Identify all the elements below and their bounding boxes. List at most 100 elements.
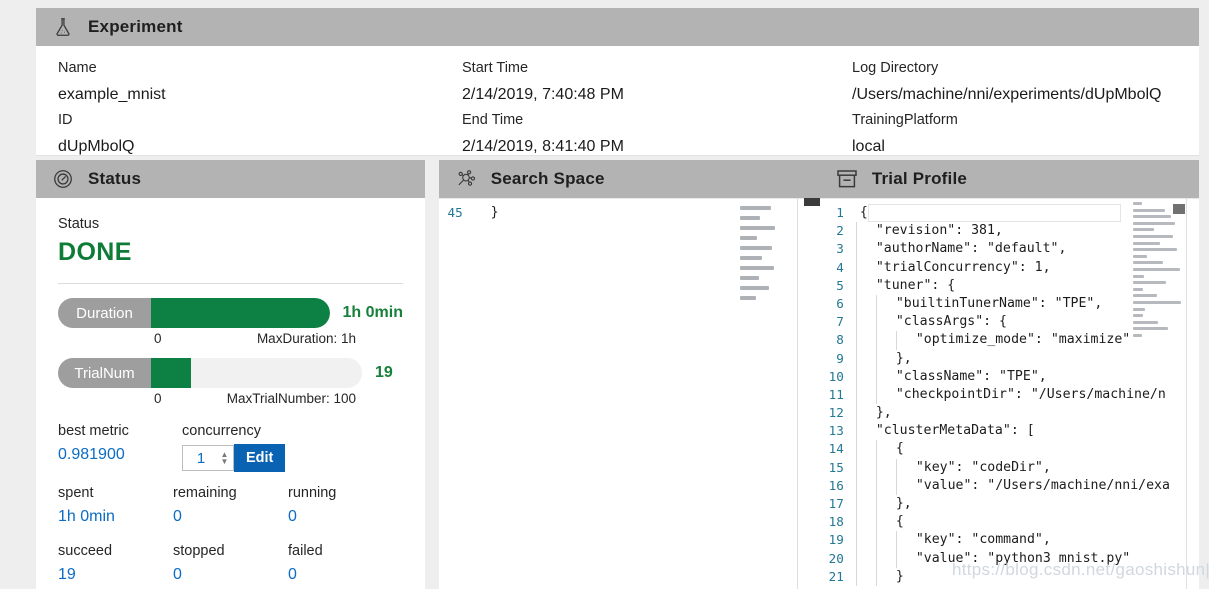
- experiment-col-identity: Name example_mnist ID dUpMbolQ: [36, 56, 440, 155]
- minimap-row: [1133, 287, 1144, 291]
- trial-profile-panel: Trial Profile 1 {2 "revision": 381, 3 "autho…: [819, 160, 1199, 589]
- code-line: 21}: [820, 567, 1199, 586]
- minimap-row: [739, 246, 772, 250]
- code-line-number: 45: [447, 205, 463, 220]
- code-line-number: 4: [836, 259, 844, 275]
- code-line-text: }: [855, 567, 904, 586]
- code-line-number: 12: [828, 405, 844, 421]
- editor-scrollbar-thumb[interactable]: [803, 198, 820, 206]
- indent-guide: [875, 440, 896, 459]
- code-line: 13 "clusterMetaData": [: [820, 422, 1199, 441]
- code-line-number: 2: [836, 223, 844, 239]
- experiment-col-time: Start Time 2/14/2019, 7:40:48 PM End Tim…: [440, 56, 830, 155]
- trialnum-max-label: MaxTrialNumber: 100: [226, 391, 356, 406]
- minimap-row: [739, 226, 776, 230]
- code-line-number: 10: [828, 368, 844, 384]
- concurrency-input[interactable]: 1: [183, 450, 219, 467]
- indent-guide: [855, 404, 876, 423]
- field-label-end-time: End Time: [462, 112, 524, 128]
- status-panel-header: Status: [36, 160, 425, 198]
- stepper-arrows-icon[interactable]: ▲ ▼: [219, 446, 233, 470]
- minimap-row: [739, 236, 758, 240]
- indent-guide: [875, 349, 896, 368]
- succeed-label: succeed: [58, 543, 113, 559]
- code-line-text: "value": "python3 mnist.py": [855, 549, 1130, 568]
- concurrency-stepper[interactable]: 1 ▲ ▼: [182, 445, 234, 471]
- minimap-row: [739, 276, 760, 280]
- stopped-cell: stopped 0: [173, 540, 288, 588]
- minimap-row: [1133, 274, 1145, 278]
- editor-scrollbar-rule: [1186, 198, 1187, 589]
- indent-guide: [855, 367, 876, 386]
- duration-bar-label: Duration: [58, 298, 151, 328]
- edit-concurrency-button[interactable]: Edit: [234, 444, 286, 472]
- search-space-minimap[interactable]: [739, 206, 784, 306]
- code-line-number: 17: [828, 496, 844, 511]
- code-line-number: 8: [836, 332, 844, 348]
- search-space-editor[interactable]: 45 }: [438, 198, 820, 589]
- code-line-text: "value": "/Users/machine/nni/exa: [855, 476, 1170, 495]
- duration-progress-fill: [151, 298, 330, 328]
- trial-profile-minimap[interactable]: [1133, 202, 1185, 342]
- indent-guide: [855, 440, 876, 459]
- status-panel-title: Status: [88, 169, 142, 188]
- indent-guide: [875, 567, 896, 586]
- indent-guide: [875, 385, 896, 405]
- field-value-id: dUpMbolQ: [58, 138, 135, 155]
- indent-guide: [855, 513, 876, 532]
- status-metrics: best metric 0.981900 concurrency 1 ▲ ▼ E…: [58, 420, 403, 588]
- code-line: 16 "value": "/Users/machine/nni/exa: [820, 476, 1199, 495]
- code-line-text: {: [855, 513, 904, 532]
- code-line: 15 "key": "codeDir",: [820, 458, 1199, 477]
- minimap-row: [1133, 281, 1167, 285]
- code-line-text: "classArgs": {: [855, 313, 1007, 332]
- field-value-name: example_mnist: [58, 86, 166, 103]
- best-metric-label: best metric: [58, 423, 129, 439]
- minimap-row: [1133, 333, 1143, 337]
- code-line-number: 6: [836, 295, 844, 311]
- code-line: 18 {: [820, 513, 1199, 532]
- duration-progress-track: Duration: [58, 298, 330, 328]
- field-label-log-directory: Log Directory: [852, 60, 939, 76]
- code-line-text: "key": "codeDir",: [855, 458, 1051, 477]
- indent-guide: [855, 495, 876, 514]
- code-line-text: "className": "TPE",: [855, 367, 1047, 386]
- indent-guide: [875, 367, 896, 386]
- code-line-number: 16: [828, 477, 844, 493]
- archive-icon: [834, 166, 860, 192]
- metrics-row-2: spent 1h 0min remaining 0 running 0: [58, 482, 403, 530]
- indent-guide: [855, 549, 876, 568]
- page-right-margin: [1199, 0, 1209, 589]
- indent-guide: [875, 549, 896, 568]
- trialnum-bar-label: TrialNum: [58, 358, 151, 388]
- status-body: Status DONE Duration 1h 0min 0 MaxDurati…: [36, 198, 425, 588]
- indent-guide: [855, 313, 876, 332]
- code-line-number: 13: [828, 423, 844, 439]
- indent-guide: [855, 422, 876, 441]
- spent-label: spent: [58, 485, 94, 501]
- minimap-row: [1133, 228, 1154, 232]
- minimap-row: [739, 296, 756, 300]
- metrics-row-3: succeed 19 stopped 0 failed 0: [58, 540, 403, 588]
- minimap-row: [739, 266, 775, 270]
- flask-icon: [50, 14, 76, 40]
- running-label: running: [288, 485, 337, 501]
- indent-guide: [875, 331, 896, 350]
- experiment-panel-header: Experiment: [36, 8, 1199, 46]
- indent-guide: [855, 294, 876, 314]
- minimap-row: [739, 216, 761, 220]
- experiment-panel-title: Experiment: [88, 17, 183, 36]
- editor-top-rule: [438, 198, 820, 199]
- editor-top-rule: [819, 198, 1199, 199]
- code-line-text: {: [859, 205, 868, 220]
- minimap-viewport-slider[interactable]: [1173, 204, 1185, 214]
- search-space-panel-title: Search Space: [490, 169, 605, 188]
- trial-profile-panel-title: Trial Profile: [871, 169, 968, 188]
- trial-profile-editor[interactable]: 1 {2 "revision": 381, 3 "authorName": "defau…: [819, 198, 1199, 589]
- indent-guide: [875, 476, 896, 495]
- code-line-text: "builtinTunerName": "TPE",: [855, 294, 1102, 314]
- minimap-row: [1133, 307, 1146, 311]
- minimap-row: [1133, 241, 1161, 245]
- minimap-row: [1133, 327, 1169, 331]
- trialnum-progress-track: TrialNum: [58, 358, 362, 388]
